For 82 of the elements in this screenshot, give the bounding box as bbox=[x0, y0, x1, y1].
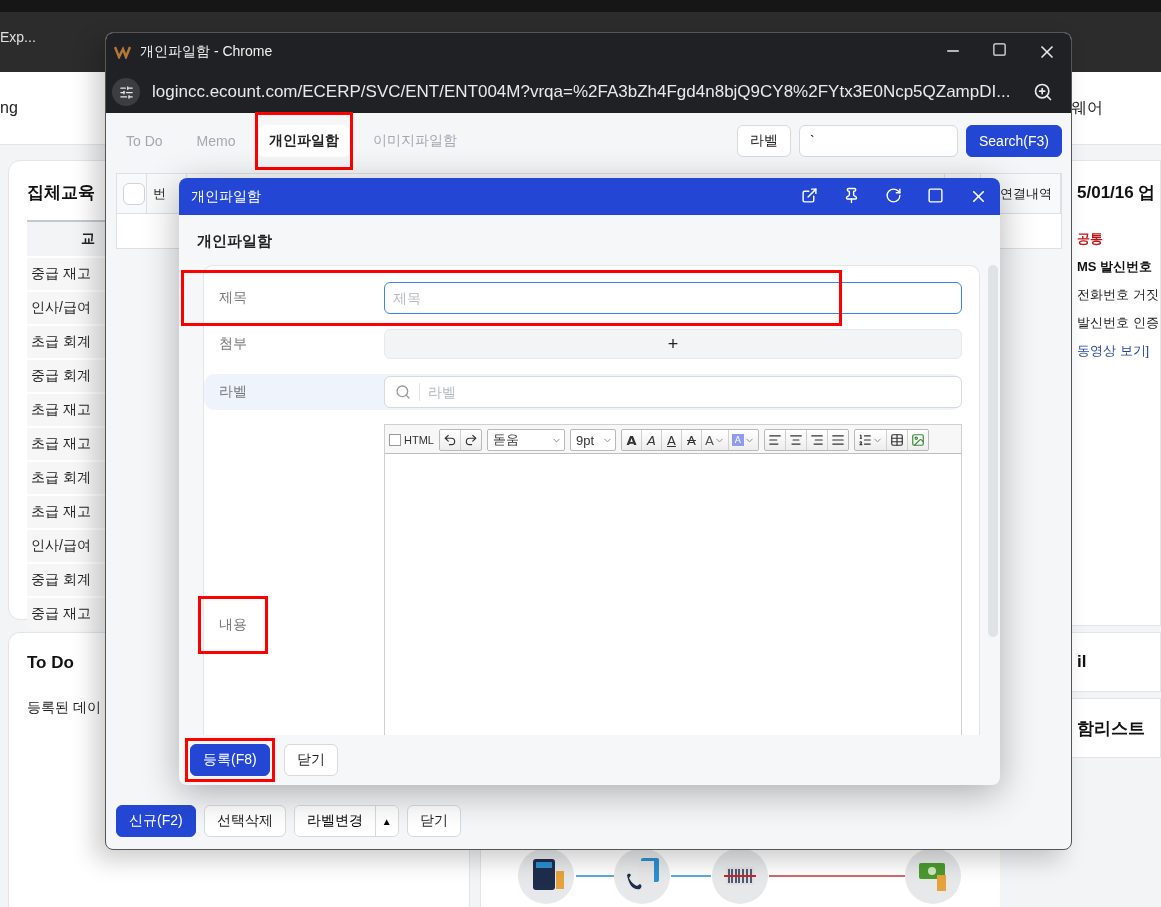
undo-icon bbox=[442, 433, 457, 447]
primary-button[interactable]: 신규(F2) bbox=[116, 805, 196, 837]
empty-message: 등록된 데이 bbox=[27, 699, 101, 717]
card-title: 집체교육 bbox=[27, 182, 95, 204]
window-title: 개인파일함 - Chrome bbox=[140, 43, 274, 61]
table-cell: 중급 재고 bbox=[31, 265, 91, 283]
label-button[interactable]: 라벨 bbox=[736, 125, 791, 157]
table-cell: 초급 재고 bbox=[31, 435, 91, 453]
phone-book-icon bbox=[614, 848, 670, 904]
italic-format-button[interactable]: A bbox=[641, 430, 662, 450]
underline-format-button[interactable]: A bbox=[661, 430, 682, 450]
search-input[interactable]: ` bbox=[798, 125, 958, 157]
zoom-icon[interactable] bbox=[1033, 82, 1053, 102]
html-checkbox[interactable]: HTML bbox=[389, 434, 434, 446]
column-header: 번 bbox=[153, 184, 166, 203]
money-icon bbox=[905, 848, 961, 904]
footer-button[interactable]: 선택삭제 bbox=[203, 805, 286, 837]
notice-line: 발신번호 인증 bbox=[1077, 314, 1159, 332]
table-cell: 중급 회계 bbox=[31, 571, 91, 589]
table-cell: 초급 재고 bbox=[31, 401, 91, 419]
table-cell: 초급 재고 bbox=[31, 503, 91, 521]
refresh-icon[interactable] bbox=[885, 187, 902, 204]
notice-line: 전화번호 거짓 bbox=[1077, 286, 1159, 304]
column-header: 연결내역 bbox=[1000, 184, 1052, 203]
add-attachment-button[interactable]: + bbox=[384, 329, 962, 359]
table-cell: 인사/급여 bbox=[31, 537, 91, 555]
search-button[interactable]: Search(F3) bbox=[965, 125, 1062, 157]
tab[interactable]: 개인파일함 bbox=[259, 125, 350, 157]
label-search-field[interactable]: 라벨 bbox=[384, 376, 962, 408]
connector-line bbox=[670, 875, 712, 877]
font-select[interactable]: 돋움 bbox=[486, 429, 565, 451]
notice-line: 공통 bbox=[1077, 230, 1103, 248]
dialog-title: 개인파일함 bbox=[191, 187, 262, 206]
footer-button[interactable]: 닫기 bbox=[406, 805, 461, 837]
justify-icon bbox=[831, 433, 846, 447]
card-title: 함리스트 bbox=[1077, 717, 1145, 740]
maximize-icon[interactable] bbox=[992, 42, 1007, 57]
form-heading: 개인파일함 bbox=[196, 231, 273, 251]
numbered-list-icon bbox=[858, 433, 873, 447]
table-cell: 초급 회계 bbox=[31, 469, 91, 487]
calculator-icon bbox=[518, 848, 574, 904]
strike-format-button[interactable]: A bbox=[681, 430, 702, 450]
field-label: 제목 bbox=[219, 289, 247, 307]
barcode-scanner-icon bbox=[712, 848, 768, 904]
select-all-checkbox[interactable] bbox=[123, 182, 145, 205]
connector-line bbox=[575, 875, 615, 877]
external-link-icon[interactable] bbox=[801, 187, 818, 204]
nav-label: 웨어 bbox=[1071, 97, 1103, 118]
redo-icon bbox=[463, 433, 478, 447]
align-right-icon bbox=[810, 433, 825, 447]
table-cell: 중급 회계 bbox=[31, 367, 91, 385]
field-label: 라벨 bbox=[219, 383, 247, 401]
field-label: 첨부 bbox=[219, 335, 247, 353]
title-input[interactable]: 제목 bbox=[384, 282, 962, 314]
pin-icon[interactable] bbox=[843, 187, 860, 204]
align-center-icon bbox=[789, 433, 804, 447]
primary-button[interactable]: 등록(F8) bbox=[190, 744, 270, 776]
bold-format-button[interactable]: A bbox=[621, 430, 642, 450]
footer-button[interactable]: 닫기 bbox=[283, 744, 338, 776]
app-logo-icon bbox=[114, 45, 134, 59]
table-cell: 중급 재고 bbox=[31, 605, 91, 623]
bookmark-label[interactable]: Exp... bbox=[0, 29, 36, 45]
card-title: To Do bbox=[27, 653, 74, 673]
image-icon bbox=[911, 433, 926, 447]
align-left-icon bbox=[768, 433, 783, 447]
field-label: 내용 bbox=[219, 616, 247, 634]
font-size-select[interactable]: 9pt bbox=[569, 429, 616, 451]
color-format-button[interactable]: A bbox=[701, 430, 729, 450]
rich-text-editor[interactable]: HTML 돋움 9pt A A A A A A bbox=[384, 424, 962, 735]
card-title: il bbox=[1077, 652, 1087, 672]
site-settings-button[interactable] bbox=[112, 78, 140, 106]
table-icon bbox=[890, 433, 905, 447]
card-title: 5/01/16 업 bbox=[1077, 182, 1156, 204]
nav-label: ng bbox=[0, 99, 18, 117]
table-cell: 초급 회계 bbox=[31, 333, 91, 351]
search-icon bbox=[395, 384, 411, 400]
video-link[interactable]: 동영상 보기] bbox=[1077, 342, 1150, 360]
table-cell: 인사/급여 bbox=[31, 299, 91, 317]
sliders-icon bbox=[118, 84, 134, 100]
column-header: 교 bbox=[81, 230, 95, 248]
notice-line: MS 발신번호 bbox=[1077, 258, 1153, 276]
change-label-button[interactable]: 라벨변경 bbox=[294, 806, 376, 836]
